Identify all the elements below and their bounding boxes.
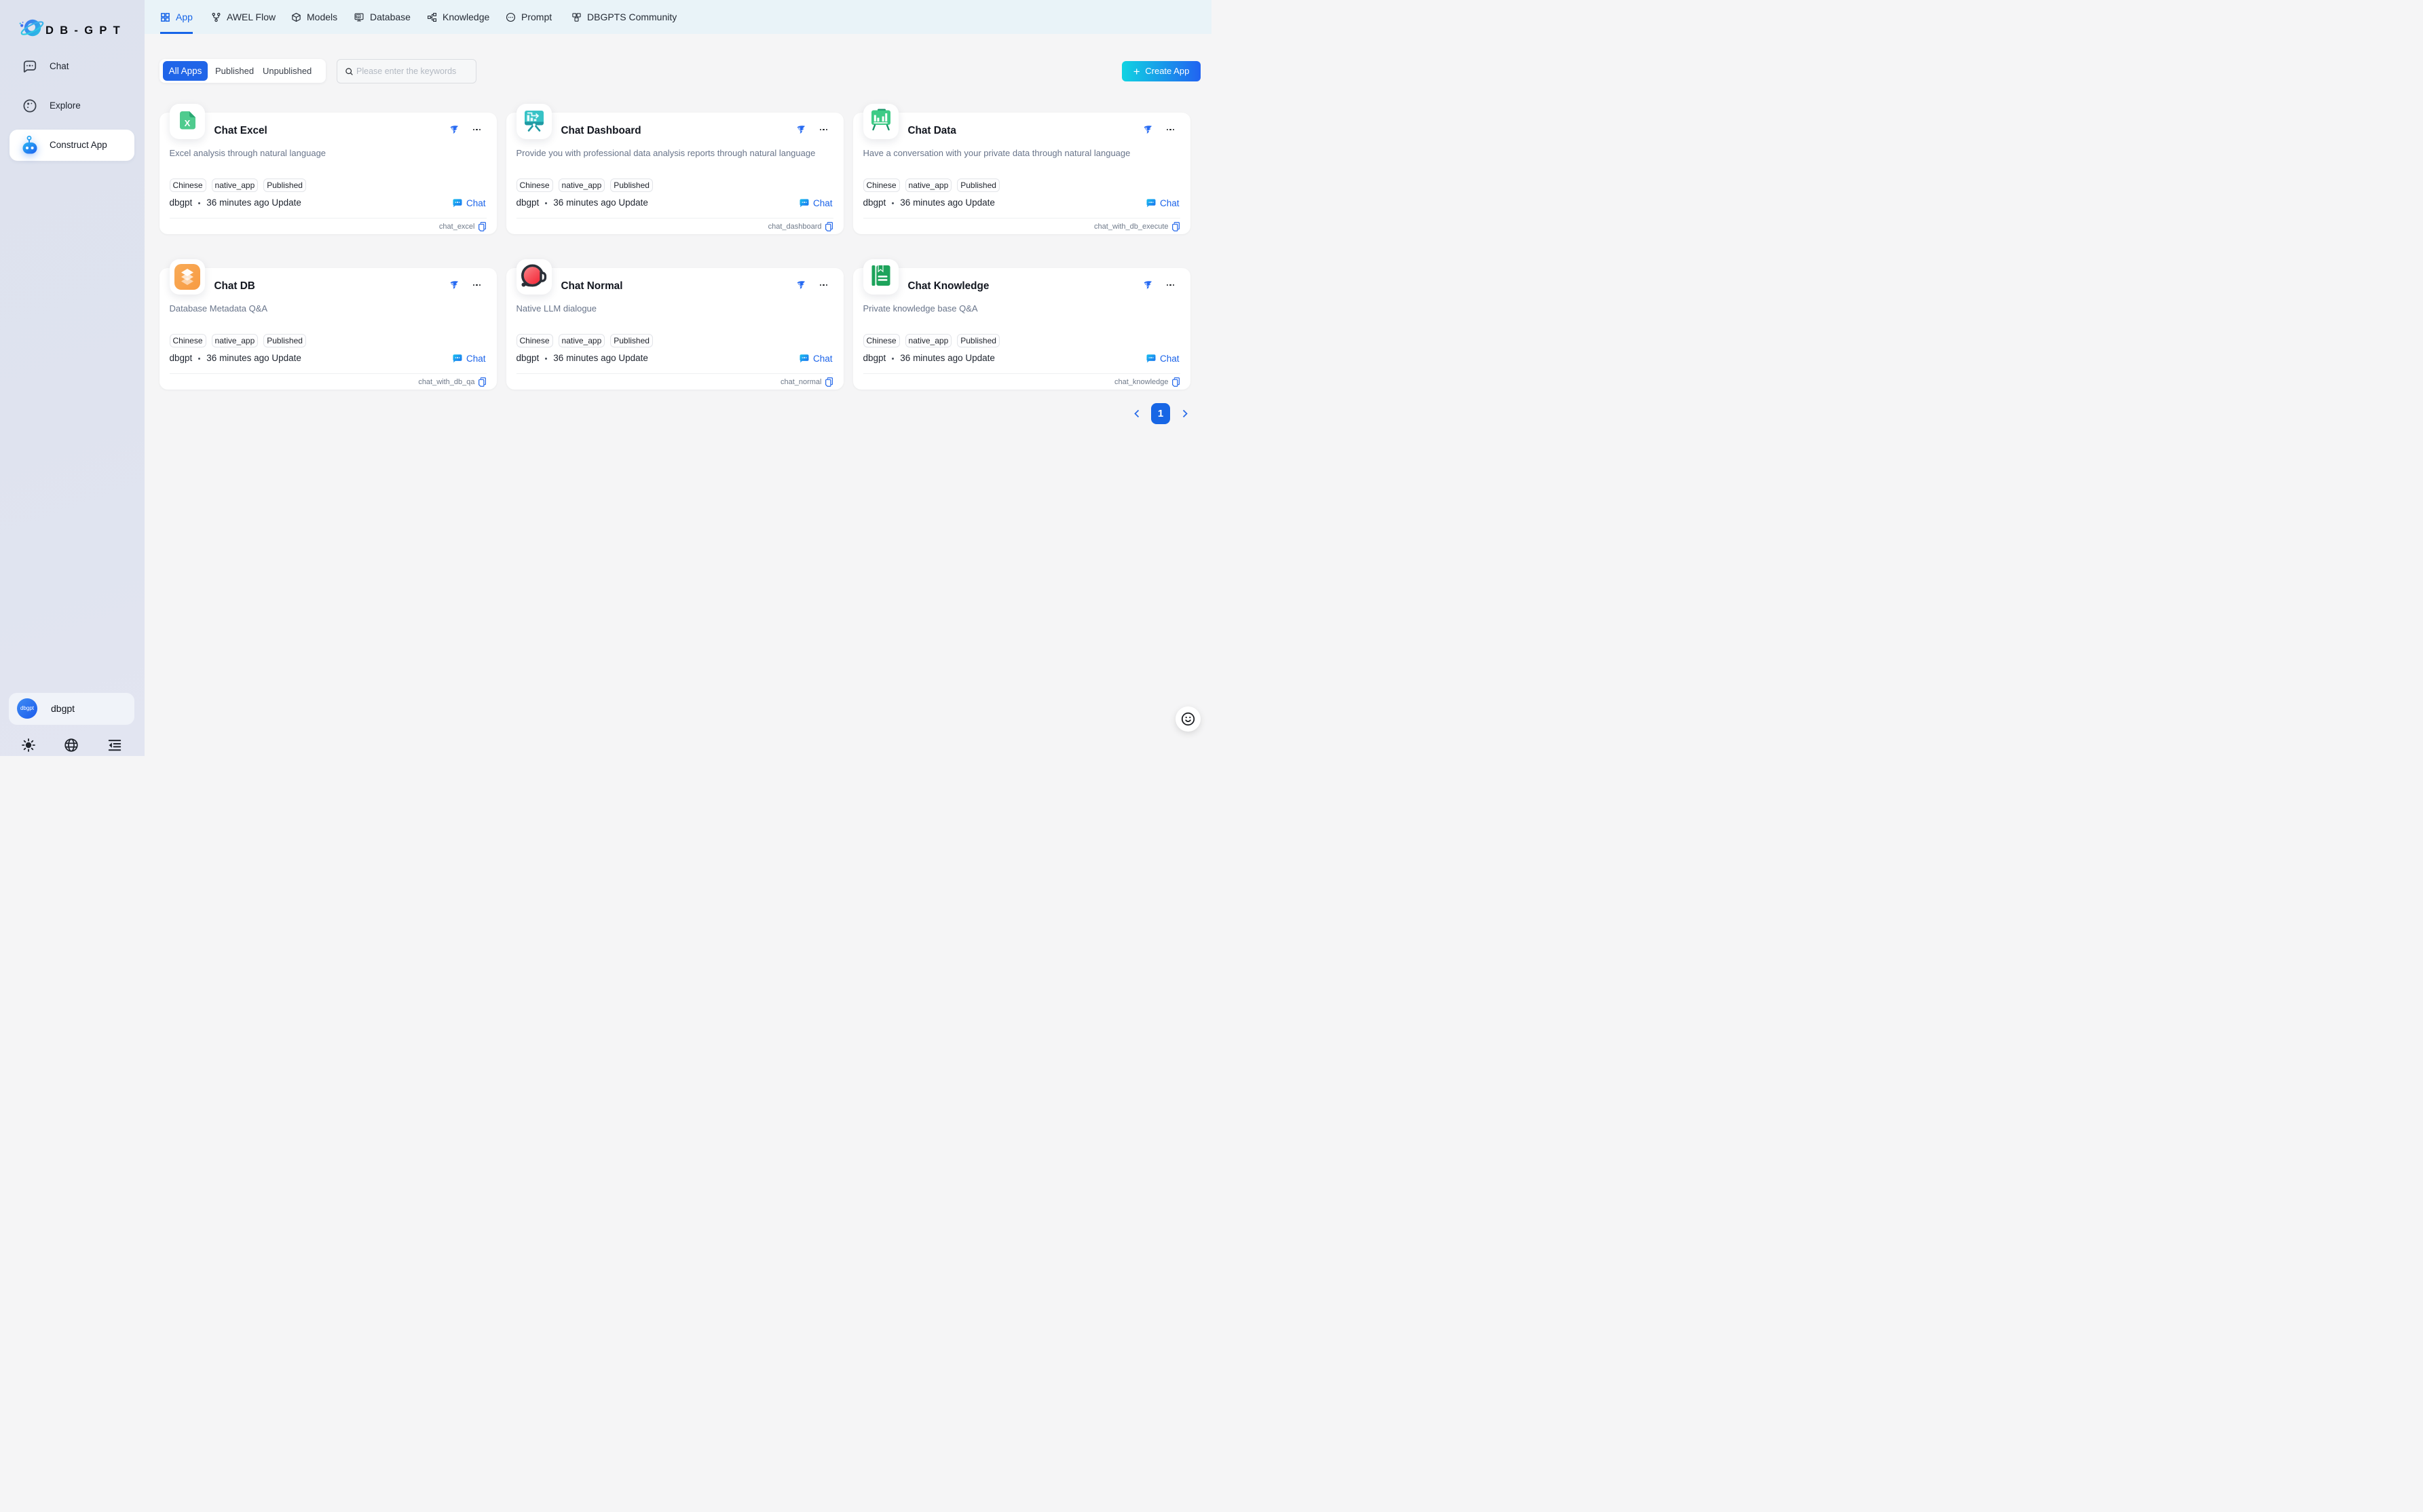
svg-text:SQL: SQL [356, 15, 361, 18]
svg-text:X: X [184, 118, 190, 128]
